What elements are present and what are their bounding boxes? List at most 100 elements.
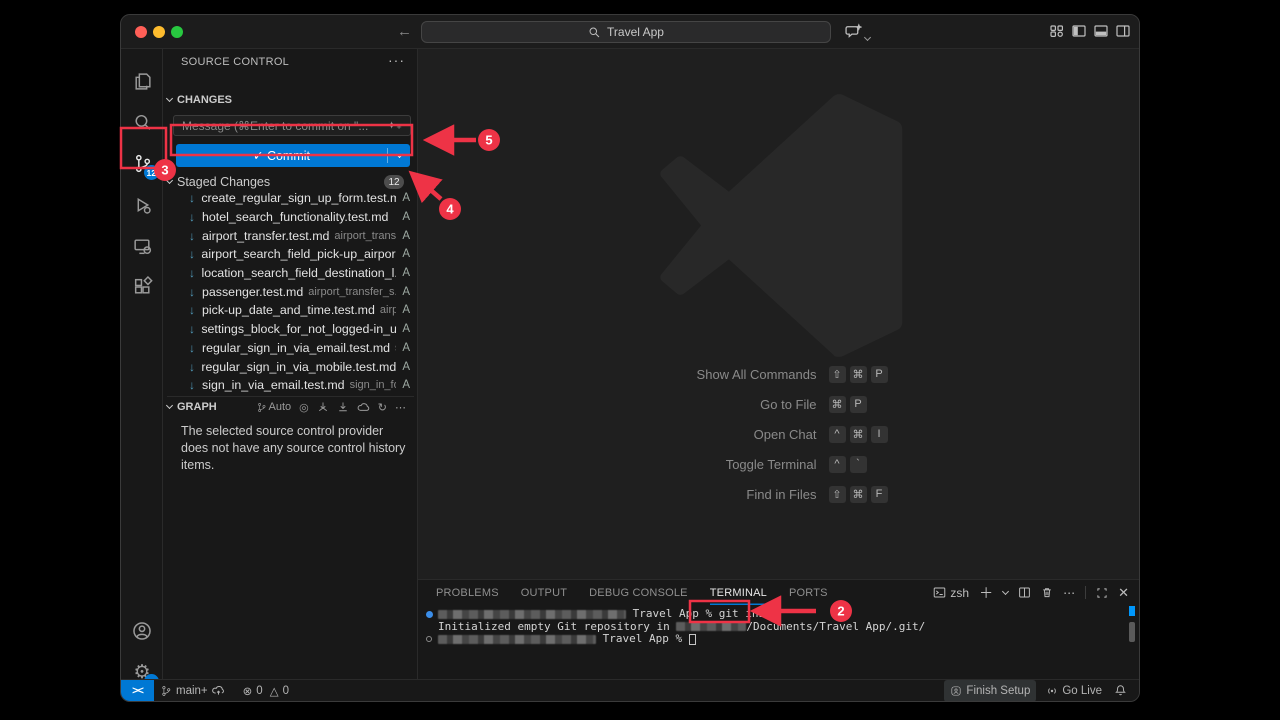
back-icon[interactable]: ← (397, 22, 412, 42)
command-center-search[interactable]: Travel App (421, 21, 831, 43)
branch-status-item[interactable]: main+ (154, 680, 231, 702)
shortcut-row: Toggle Terminal ^` (599, 449, 959, 479)
maximize-panel-icon[interactable] (1096, 587, 1108, 599)
editor-group: Show All Commands ⇧⌘P Go to File ⌘P Open… (418, 49, 1139, 679)
close-window-button[interactable] (135, 26, 147, 38)
panel-tab-terminal[interactable]: TERMINAL (710, 580, 767, 605)
git-status-added: A (396, 267, 410, 279)
split-terminal-icon[interactable] (1018, 586, 1031, 599)
terminal-output[interactable]: Travel App % git init Initialized empty … (418, 608, 1125, 646)
commit-message-input[interactable]: Message (⌘Enter to commit on "... ✦₊ (173, 115, 411, 136)
sidebar-more-actions-icon[interactable]: ··· (388, 52, 405, 68)
chevron-down-icon[interactable] (865, 27, 870, 45)
terminal-instance-item[interactable]: zsh (933, 586, 969, 600)
extensions-icon[interactable] (121, 266, 163, 306)
close-panel-icon[interactable]: ✕ (1118, 585, 1129, 601)
new-terminal-icon[interactable]: ＋ (979, 583, 993, 603)
generate-commit-message-icon[interactable]: ✦₊ (387, 119, 402, 132)
git-init-command: git init (719, 607, 772, 620)
markdown-file-icon: ↓ (189, 247, 201, 261)
scm-file-row[interactable]: ↓ regular_sign_in_via_email.test.md si..… (163, 339, 418, 358)
commit-message-placeholder: Message (⌘Enter to commit on "... (182, 119, 387, 133)
terminal-line-prompt: Travel App % (418, 633, 1125, 646)
prompt-dot (426, 636, 432, 642)
file-name: airport_search_field_pick-up_airpor... (201, 247, 396, 261)
markdown-file-icon: ↓ (189, 378, 202, 392)
scm-file-row[interactable]: ↓ sign_in_via_email.test.md sign_in_fo..… (163, 376, 418, 395)
cloud-icon[interactable] (357, 401, 370, 414)
git-status-added: A (396, 379, 410, 391)
run-debug-icon[interactable] (121, 185, 163, 225)
toggle-primary-sidebar-icon[interactable] (1071, 23, 1087, 44)
bottom-panel: PROBLEMS OUTPUT DEBUG CONSOLE TERMINAL PORTS… (418, 579, 1139, 679)
search-icon (588, 26, 601, 39)
search-value: Travel App (607, 25, 664, 39)
toggle-panel-icon[interactable] (1093, 23, 1109, 44)
accounts-icon[interactable] (121, 611, 163, 651)
copilot-chat-icon[interactable] (845, 23, 862, 45)
publish-cloud-icon (212, 684, 225, 697)
panel-tab-debug-console[interactable]: DEBUG CONSOLE (589, 580, 688, 605)
keycap: ^ (829, 456, 846, 473)
scm-file-row[interactable]: ↓ create_regular_sign_up_form.test.md A (163, 189, 418, 208)
terminal-dropdown-icon[interactable] (1002, 587, 1009, 594)
notifications-bell-icon[interactable] (1108, 680, 1139, 702)
panel-tab-ports[interactable]: PORTS (789, 580, 828, 605)
file-name: passenger.test.md (202, 285, 303, 299)
markdown-file-icon: ↓ (189, 322, 201, 336)
search-sidebar-icon[interactable] (121, 102, 163, 142)
shortcut-row: Find in Files ⇧⌘F (599, 479, 959, 509)
remote-indicator[interactable]: >< (121, 680, 154, 702)
scm-file-row[interactable]: ↓ airport_transfer.test.md airport_trans… (163, 226, 418, 245)
scm-file-row[interactable]: ↓ passenger.test.md airport_transfer_s..… (163, 282, 418, 301)
keycap: ⇧ (829, 486, 846, 503)
problems-status-item[interactable]: ⊗ 0 △ 0 (237, 680, 295, 702)
target-icon[interactable]: ◎ (299, 401, 309, 414)
profile-icon (950, 685, 962, 697)
explorer-icon[interactable] (121, 61, 163, 101)
panel-actions: zsh ＋ ⋯ ✕ (933, 580, 1129, 605)
vscode-logo-watermark (646, 93, 911, 358)
graph-more-icon[interactable]: ⋯ (395, 401, 406, 414)
scm-file-row[interactable]: ↓ pick-up_date_and_time.test.md airp... … (163, 301, 418, 320)
minimize-window-button[interactable] (153, 26, 165, 38)
markdown-file-icon: ↓ (189, 303, 202, 317)
staged-changes-label: Staged Changes (177, 175, 270, 189)
customize-layout-icon[interactable] (1049, 23, 1065, 44)
scm-file-row[interactable]: ↓ regular_sign_in_via_mobile.test.md... … (163, 357, 418, 376)
commit-button[interactable]: ✓ Commit (176, 144, 410, 167)
kill-terminal-trash-icon[interactable] (1041, 586, 1053, 599)
file-name: create_regular_sign_up_form.test.md (201, 191, 396, 205)
git-status-added: A (396, 361, 410, 373)
scm-file-row[interactable]: ↓ airport_search_field_pick-up_airpor...… (163, 245, 418, 264)
changes-section-header[interactable]: CHANGES (167, 94, 232, 106)
commit-dropdown-icon[interactable] (388, 155, 410, 157)
scm-file-row[interactable]: ↓ settings_block_for_not_logged-in_u... … (163, 320, 418, 339)
shortcut-label: Show All Commands (599, 367, 829, 382)
panel-more-icon[interactable]: ⋯ (1063, 586, 1075, 600)
file-path-hint: sign_in_fo... (350, 379, 397, 391)
graph-auto-toggle[interactable]: Auto (256, 401, 292, 413)
finish-setup-button[interactable]: Finish Setup (944, 680, 1036, 702)
zoom-window-button[interactable] (171, 26, 183, 38)
file-name: sign_in_via_email.test.md (202, 378, 345, 392)
pull-icon[interactable] (337, 401, 349, 413)
source-control-icon[interactable]: 12 (121, 143, 163, 183)
watermark-shortcuts: Show All Commands ⇧⌘P Go to File ⌘P Open… (599, 359, 959, 509)
go-live-button[interactable]: Go Live (1040, 680, 1108, 702)
shortcut-label: Open Chat (599, 427, 829, 442)
keycap: ⇧ (829, 366, 846, 383)
toggle-secondary-sidebar-icon[interactable] (1115, 23, 1131, 44)
terminal-scroll-mark (1129, 606, 1135, 616)
file-name: hotel_search_functionality.test.md (202, 210, 388, 224)
remote-explorer-icon[interactable] (121, 226, 163, 266)
graph-section-header[interactable]: GRAPH Auto ◎ ↻ ⋯ (167, 396, 414, 414)
panel-tab-problems[interactable]: PROBLEMS (436, 580, 499, 605)
panel-tab-output[interactable]: OUTPUT (521, 580, 567, 605)
markdown-file-icon: ↓ (189, 360, 201, 374)
scm-file-row[interactable]: ↓ location_search_field_destination_l...… (163, 264, 418, 283)
fetch-icon[interactable] (317, 401, 329, 413)
scm-file-row[interactable]: ↓ hotel_search_functionality.test.md A (163, 208, 418, 227)
refresh-icon[interactable]: ↻ (378, 401, 387, 414)
terminal-scrollbar-thumb[interactable] (1129, 622, 1135, 642)
